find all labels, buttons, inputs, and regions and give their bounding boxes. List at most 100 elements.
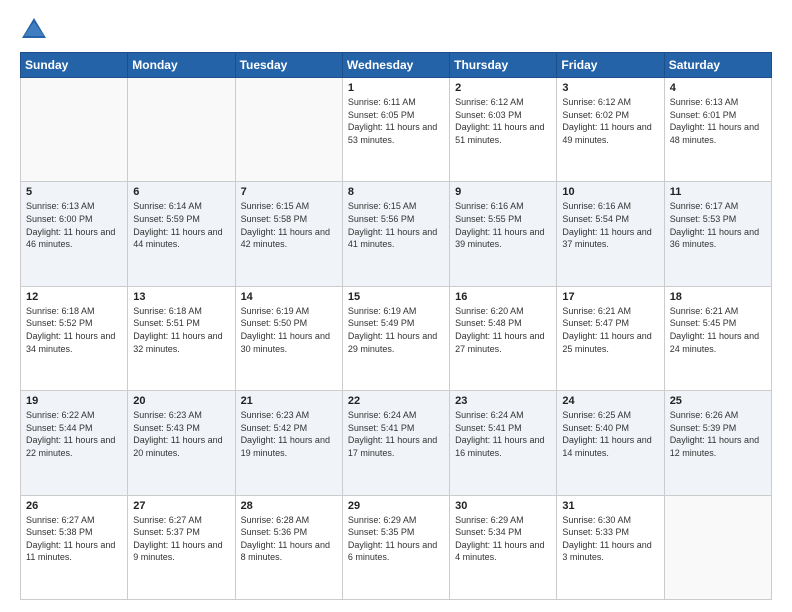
day-number: 20 <box>133 395 229 407</box>
day-number: 29 <box>348 500 444 512</box>
cell-info: Sunrise: 6:18 AM Sunset: 5:52 PM Dayligh… <box>26 305 122 355</box>
calendar-cell: 19 Sunrise: 6:22 AM Sunset: 5:44 PM Dayli… <box>21 391 128 495</box>
cell-info: Sunrise: 6:13 AM Sunset: 6:00 PM Dayligh… <box>26 200 122 250</box>
day-header-thursday: Thursday <box>450 53 557 78</box>
day-number: 13 <box>133 291 229 303</box>
calendar-cell <box>128 78 235 182</box>
cell-info: Sunrise: 6:23 AM Sunset: 5:42 PM Dayligh… <box>241 409 337 459</box>
cell-info: Sunrise: 6:14 AM Sunset: 5:59 PM Dayligh… <box>133 200 229 250</box>
day-number: 19 <box>26 395 122 407</box>
calendar-cell: 15 Sunrise: 6:19 AM Sunset: 5:49 PM Dayli… <box>342 286 449 390</box>
calendar-cell: 30 Sunrise: 6:29 AM Sunset: 5:34 PM Dayli… <box>450 495 557 599</box>
day-number: 17 <box>562 291 658 303</box>
cell-info: Sunrise: 6:26 AM Sunset: 5:39 PM Dayligh… <box>670 409 766 459</box>
cell-info: Sunrise: 6:12 AM Sunset: 6:02 PM Dayligh… <box>562 96 658 146</box>
calendar-cell: 8 Sunrise: 6:15 AM Sunset: 5:56 PM Daylig… <box>342 182 449 286</box>
logo-icon <box>20 16 48 44</box>
day-header-saturday: Saturday <box>664 53 771 78</box>
cell-info: Sunrise: 6:27 AM Sunset: 5:38 PM Dayligh… <box>26 514 122 564</box>
day-number: 23 <box>455 395 551 407</box>
cell-info: Sunrise: 6:28 AM Sunset: 5:36 PM Dayligh… <box>241 514 337 564</box>
day-number: 22 <box>348 395 444 407</box>
day-number: 10 <box>562 186 658 198</box>
calendar-cell: 11 Sunrise: 6:17 AM Sunset: 5:53 PM Dayli… <box>664 182 771 286</box>
day-header-monday: Monday <box>128 53 235 78</box>
calendar-cell: 1 Sunrise: 6:11 AM Sunset: 6:05 PM Daylig… <box>342 78 449 182</box>
cell-info: Sunrise: 6:20 AM Sunset: 5:48 PM Dayligh… <box>455 305 551 355</box>
page: SundayMondayTuesdayWednesdayThursdayFrid… <box>0 0 792 612</box>
logo <box>20 16 52 44</box>
cell-info: Sunrise: 6:12 AM Sunset: 6:03 PM Dayligh… <box>455 96 551 146</box>
day-number: 11 <box>670 186 766 198</box>
calendar-cell <box>21 78 128 182</box>
day-number: 3 <box>562 82 658 94</box>
cell-info: Sunrise: 6:13 AM Sunset: 6:01 PM Dayligh… <box>670 96 766 146</box>
calendar-cell: 4Sunrise: 6:13 AM Sunset: 6:01 PM Daylig… <box>664 78 771 182</box>
day-number: 30 <box>455 500 551 512</box>
calendar-cell: 7 Sunrise: 6:15 AM Sunset: 5:58 PM Daylig… <box>235 182 342 286</box>
calendar-week-4: 19 Sunrise: 6:22 AM Sunset: 5:44 PM Dayli… <box>21 391 772 495</box>
day-number: 28 <box>241 500 337 512</box>
calendar-cell: 29Sunrise: 6:29 AM Sunset: 5:35 PM Dayli… <box>342 495 449 599</box>
day-number: 12 <box>26 291 122 303</box>
calendar-cell: 9 Sunrise: 6:16 AM Sunset: 5:55 PM Daylig… <box>450 182 557 286</box>
day-number: 1 <box>348 82 444 94</box>
cell-info: Sunrise: 6:23 AM Sunset: 5:43 PM Dayligh… <box>133 409 229 459</box>
calendar-cell: 6 Sunrise: 6:14 AM Sunset: 5:59 PM Daylig… <box>128 182 235 286</box>
calendar-cell: 16 Sunrise: 6:20 AM Sunset: 5:48 PM Dayli… <box>450 286 557 390</box>
cell-info: Sunrise: 6:22 AM Sunset: 5:44 PM Dayligh… <box>26 409 122 459</box>
day-number: 2 <box>455 82 551 94</box>
day-number: 14 <box>241 291 337 303</box>
cell-info: Sunrise: 6:19 AM Sunset: 5:49 PM Dayligh… <box>348 305 444 355</box>
calendar-cell: 26 Sunrise: 6:27 AM Sunset: 5:38 PM Dayli… <box>21 495 128 599</box>
calendar-cell: 18 Sunrise: 6:21 AM Sunset: 5:45 PM Dayli… <box>664 286 771 390</box>
day-number: 6 <box>133 186 229 198</box>
cell-info: Sunrise: 6:21 AM Sunset: 5:45 PM Dayligh… <box>670 305 766 355</box>
calendar-week-5: 26 Sunrise: 6:27 AM Sunset: 5:38 PM Dayli… <box>21 495 772 599</box>
day-number: 7 <box>241 186 337 198</box>
day-number: 16 <box>455 291 551 303</box>
calendar-cell: 17 Sunrise: 6:21 AM Sunset: 5:47 PM Dayli… <box>557 286 664 390</box>
cell-info: Sunrise: 6:17 AM Sunset: 5:53 PM Dayligh… <box>670 200 766 250</box>
day-header-tuesday: Tuesday <box>235 53 342 78</box>
day-number: 15 <box>348 291 444 303</box>
cell-info: Sunrise: 6:16 AM Sunset: 5:55 PM Dayligh… <box>455 200 551 250</box>
day-number: 5 <box>26 186 122 198</box>
cell-info: Sunrise: 6:15 AM Sunset: 5:58 PM Dayligh… <box>241 200 337 250</box>
calendar-cell: 10 Sunrise: 6:16 AM Sunset: 5:54 PM Dayli… <box>557 182 664 286</box>
cell-info: Sunrise: 6:29 AM Sunset: 5:34 PM Dayligh… <box>455 514 551 564</box>
day-number: 24 <box>562 395 658 407</box>
day-header-sunday: Sunday <box>21 53 128 78</box>
cell-info: Sunrise: 6:25 AM Sunset: 5:40 PM Dayligh… <box>562 409 658 459</box>
cell-info: Sunrise: 6:30 AM Sunset: 5:33 PM Dayligh… <box>562 514 658 564</box>
cell-info: Sunrise: 6:24 AM Sunset: 5:41 PM Dayligh… <box>455 409 551 459</box>
calendar-cell <box>664 495 771 599</box>
cell-info: Sunrise: 6:15 AM Sunset: 5:56 PM Dayligh… <box>348 200 444 250</box>
calendar-week-3: 12 Sunrise: 6:18 AM Sunset: 5:52 PM Dayli… <box>21 286 772 390</box>
day-number: 26 <box>26 500 122 512</box>
cell-info: Sunrise: 6:11 AM Sunset: 6:05 PM Dayligh… <box>348 96 444 146</box>
day-number: 25 <box>670 395 766 407</box>
day-header-wednesday: Wednesday <box>342 53 449 78</box>
calendar-cell: 22Sunrise: 6:24 AM Sunset: 5:41 PM Dayli… <box>342 391 449 495</box>
cell-info: Sunrise: 6:27 AM Sunset: 5:37 PM Dayligh… <box>133 514 229 564</box>
day-number: 8 <box>348 186 444 198</box>
cell-info: Sunrise: 6:21 AM Sunset: 5:47 PM Dayligh… <box>562 305 658 355</box>
cell-info: Sunrise: 6:16 AM Sunset: 5:54 PM Dayligh… <box>562 200 658 250</box>
day-number: 18 <box>670 291 766 303</box>
calendar-week-1: 1 Sunrise: 6:11 AM Sunset: 6:05 PM Daylig… <box>21 78 772 182</box>
calendar-cell: 5 Sunrise: 6:13 AM Sunset: 6:00 PM Daylig… <box>21 182 128 286</box>
calendar-header-row: SundayMondayTuesdayWednesdayThursdayFrid… <box>21 53 772 78</box>
cell-info: Sunrise: 6:19 AM Sunset: 5:50 PM Dayligh… <box>241 305 337 355</box>
calendar-cell: 14 Sunrise: 6:19 AM Sunset: 5:50 PM Dayli… <box>235 286 342 390</box>
calendar-cell: 23 Sunrise: 6:24 AM Sunset: 5:41 PM Dayli… <box>450 391 557 495</box>
calendar-cell: 28 Sunrise: 6:28 AM Sunset: 5:36 PM Dayli… <box>235 495 342 599</box>
calendar-cell: 20 Sunrise: 6:23 AM Sunset: 5:43 PM Dayli… <box>128 391 235 495</box>
calendar-cell: 12 Sunrise: 6:18 AM Sunset: 5:52 PM Dayli… <box>21 286 128 390</box>
header <box>20 16 772 44</box>
day-number: 9 <box>455 186 551 198</box>
calendar-cell: 27Sunrise: 6:27 AM Sunset: 5:37 PM Dayli… <box>128 495 235 599</box>
cell-info: Sunrise: 6:18 AM Sunset: 5:51 PM Dayligh… <box>133 305 229 355</box>
calendar-cell: 25 Sunrise: 6:26 AM Sunset: 5:39 PM Dayli… <box>664 391 771 495</box>
calendar-cell: 2 Sunrise: 6:12 AM Sunset: 6:03 PM Daylig… <box>450 78 557 182</box>
